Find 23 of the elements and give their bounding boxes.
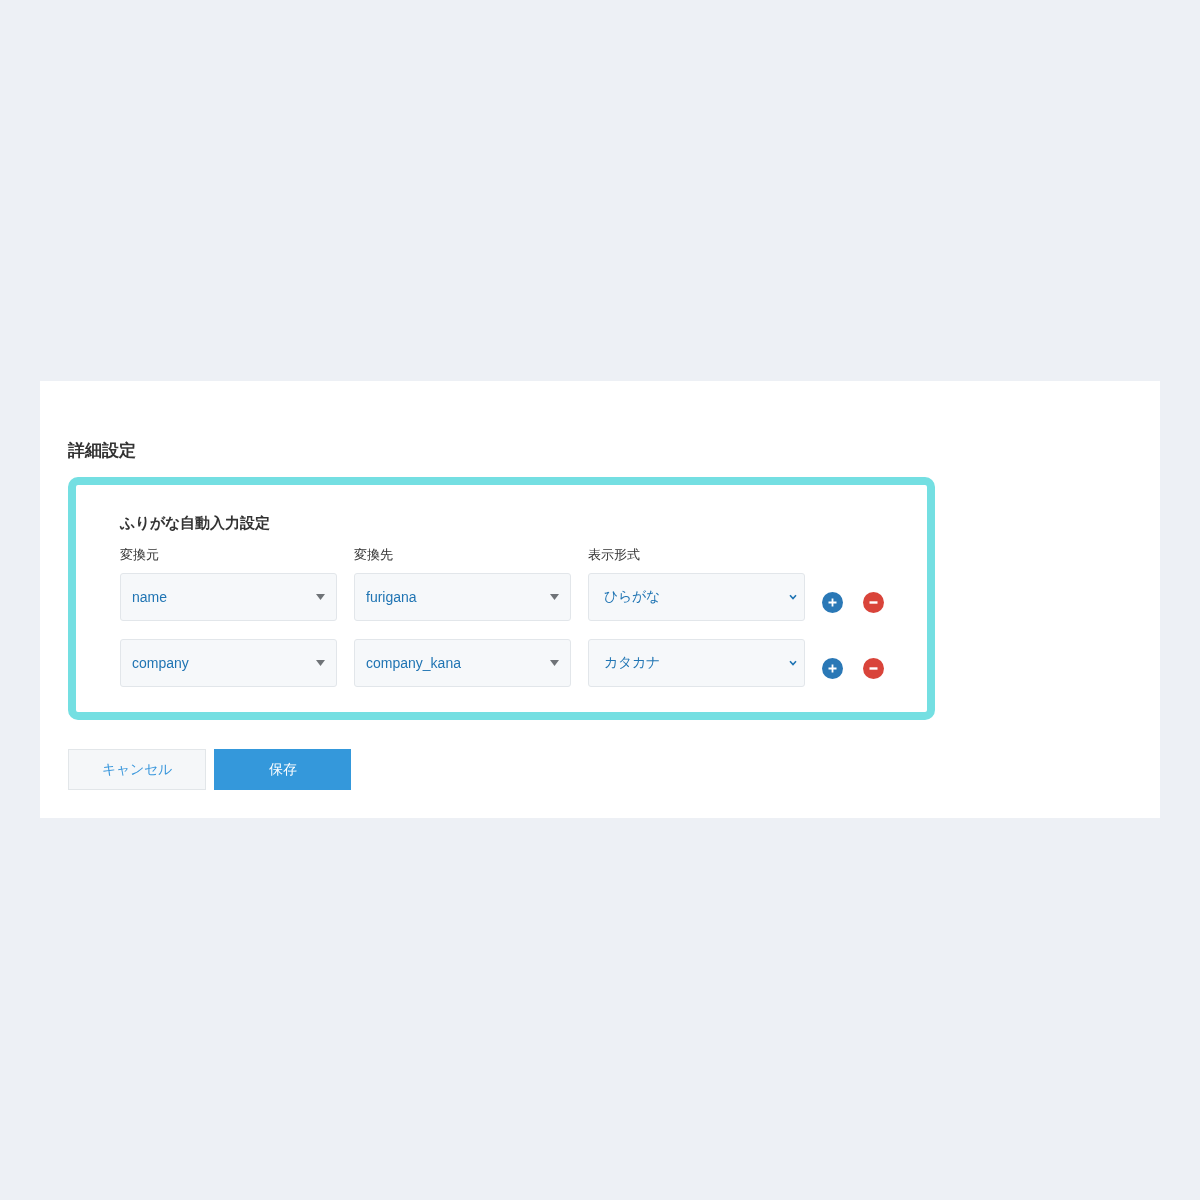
plus-icon[interactable]	[822, 657, 843, 679]
dropdown[interactable]: furigana	[354, 573, 571, 621]
minus-icon[interactable]	[863, 591, 884, 613]
chevron-icon	[789, 660, 797, 666]
select-field[interactable]: ひらがな	[588, 573, 805, 621]
chevron-icon	[789, 594, 797, 600]
caret-icon	[316, 594, 325, 600]
save-button[interactable]: 保存	[214, 749, 351, 790]
cancel-button[interactable]: キャンセル	[68, 749, 206, 790]
caret-icon	[550, 594, 559, 600]
column-label: 変換元	[120, 546, 160, 564]
dropdown[interactable]: company	[120, 639, 337, 687]
section-title: 詳細設定	[68, 440, 137, 462]
dropdown[interactable]: name	[120, 573, 337, 621]
dropdown[interactable]: company_kana	[354, 639, 571, 687]
plus-icon[interactable]	[822, 591, 843, 613]
minus-icon[interactable]	[863, 657, 884, 679]
caret-icon	[316, 660, 325, 666]
card-title: ふりがな自動入力設定	[120, 513, 271, 533]
column-label: 表示形式	[588, 546, 641, 564]
caret-icon	[550, 660, 559, 666]
select-field[interactable]: カタカナ	[588, 639, 805, 687]
column-label: 変換先	[354, 546, 394, 564]
